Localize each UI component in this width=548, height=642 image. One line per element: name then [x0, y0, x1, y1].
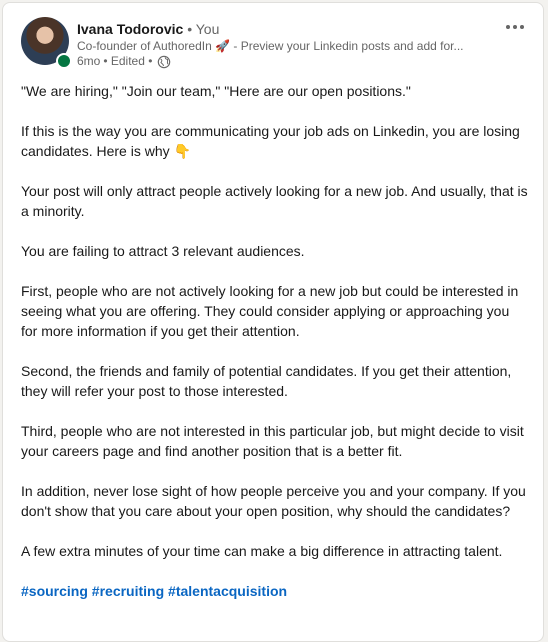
- author-name[interactable]: Ivana Todorovic: [77, 21, 183, 37]
- more-options-icon: [506, 25, 510, 29]
- hashtag-link[interactable]: #recruiting: [92, 583, 164, 599]
- hashtag-link[interactable]: #talentacquisition: [168, 583, 287, 599]
- post-body: "We are hiring," "Join our team," "Here …: [21, 81, 529, 621]
- post-paragraph: In addition, never lose sight of how peo…: [21, 483, 526, 519]
- post-paragraph: Third, people who are not interested in …: [21, 423, 524, 459]
- author-line: Ivana Todorovic • You: [77, 21, 219, 38]
- post-paragraph: You are failing to attract 3 relevant au…: [21, 243, 305, 259]
- post-paragraph: If this is the way you are communicating…: [21, 123, 520, 159]
- globe-icon: [158, 55, 171, 68]
- post-paragraph: Your post will only attract people activ…: [21, 183, 528, 219]
- post-paragraph: "We are hiring," "Join our team," "Here …: [21, 83, 411, 99]
- connection-degree: • You: [187, 21, 220, 37]
- author-headline: Co-founder of AuthoredIn 🚀 - Preview you…: [77, 39, 464, 53]
- post-paragraph: A few extra minutes of your time can mak…: [21, 543, 503, 559]
- post-header: Ivana Todorovic • You Co-founder of Auth…: [3, 3, 543, 71]
- post-paragraph: First, people who are not actively looki…: [21, 283, 519, 339]
- post-time: 6mo: [77, 54, 101, 68]
- post-card: Ivana Todorovic • You Co-founder of Auth…: [2, 2, 544, 642]
- more-options-dot: [513, 25, 517, 29]
- more-options-button[interactable]: [501, 17, 529, 37]
- hashtag-link[interactable]: #sourcing: [21, 583, 88, 599]
- more-options-dot: [520, 25, 524, 29]
- online-status-indicator: [56, 53, 72, 69]
- hashtag-list: #sourcing #recruiting #talentacquisition: [21, 581, 529, 601]
- post-paragraph: Second, the friends and family of potent…: [21, 363, 512, 399]
- post-meta: 6mo • Edited •: [77, 54, 171, 69]
- edited-label: • Edited •: [103, 54, 153, 68]
